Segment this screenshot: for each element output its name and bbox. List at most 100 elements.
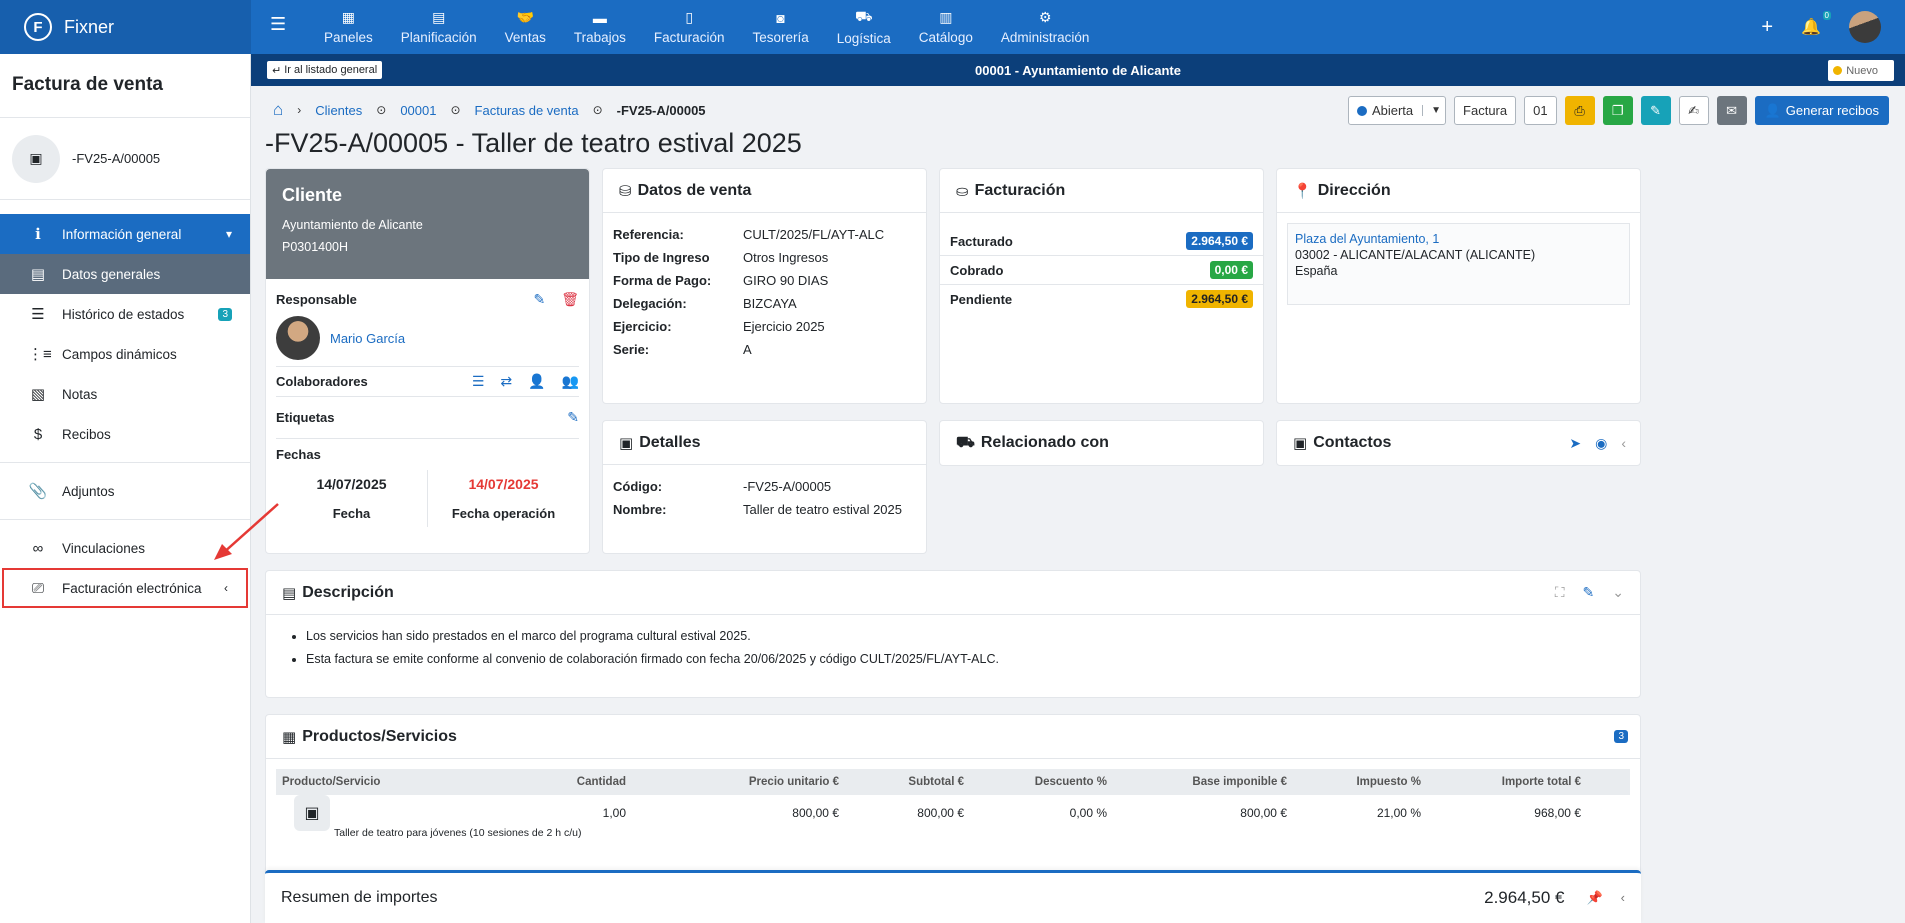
nav-planificacion[interactable]: ▤ Planificación [387, 0, 491, 54]
address-street[interactable]: Plaza del Ayuntamiento, 1 [1295, 231, 1622, 247]
user-avatar[interactable] [1849, 11, 1881, 43]
fecha-operacion-label: Fecha operación [451, 506, 556, 521]
card-title: Relacionado con [980, 434, 1109, 451]
copy-icon[interactable]: ❐ [1602, 96, 1633, 125]
trash-icon[interactable]: 🗑 [561, 291, 579, 308]
sidebar-item-datos-generales[interactable]: ▤ Datos generales [0, 254, 250, 294]
col-descuento[interactable]: Descuento % [964, 776, 1107, 788]
nav-tesoreria[interactable]: ◙ Tesorería [738, 0, 822, 54]
col-base[interactable]: Base imponible € [1107, 776, 1287, 788]
status-dropdown[interactable]: Nuevo [1828, 60, 1894, 81]
col-producto[interactable]: Producto/Servicio [276, 776, 536, 788]
bell-icon[interactable]: 🔔 0 [1801, 11, 1831, 37]
card-title: Productos/Servicios [302, 727, 457, 745]
pendiente-badge: 2.964,50 € [1186, 290, 1253, 308]
home-icon[interactable]: ⌂ [273, 100, 283, 120]
table-row[interactable]: ▣ 1,00 800,00 € 800,00 € 0,00 % 800,00 €… [276, 795, 1630, 831]
breadcrumb-code[interactable]: 00001 [400, 103, 436, 118]
col-cantidad[interactable]: Cantidad [536, 776, 626, 788]
nav-logistica[interactable]: ⛟ Logística [823, 0, 905, 54]
edit-icon[interactable]: ✎ [1583, 584, 1595, 601]
users-icon[interactable]: 👥 [562, 373, 579, 390]
responsable-name[interactable]: Mario García [330, 331, 405, 346]
card-header: ▤ Descripción ⛶ ✎ ⌄ [266, 571, 1640, 615]
status-dot [1833, 66, 1843, 75]
cell-descuento: 0,00 % [1069, 806, 1107, 820]
menu-toggle-icon[interactable]: ☰ [270, 14, 286, 35]
plus-icon[interactable]: + [1761, 16, 1773, 39]
client-body: Responsable ✎ 🗑 Mario García Colaboradore… [266, 279, 589, 539]
list-icon[interactable]: ☰ [472, 373, 485, 390]
dashboard-icon: ▦ [341, 9, 356, 25]
sidebar-item-recibos[interactable]: $ Recibos [0, 414, 250, 454]
nav-ventas[interactable]: 🤝 Ventas [491, 0, 560, 54]
series-button[interactable]: 01 [1524, 96, 1557, 125]
colaboradores-label: Colaboradores [276, 374, 368, 389]
email-icon[interactable]: ✉ [1716, 96, 1747, 125]
card-title: Facturación [974, 181, 1066, 199]
col-total[interactable]: Importe total € [1421, 776, 1581, 788]
send-icon[interactable]: ➤ [1569, 435, 1581, 452]
sidebar-item-campos-dinamicos[interactable]: ⋮≡ Campos dinámicos [0, 334, 250, 374]
breadcrumb-clientes[interactable]: Clientes [315, 103, 362, 118]
edit-icon[interactable]: ✎ [1640, 96, 1671, 125]
brand[interactable]: F Fixner [0, 0, 251, 54]
edit-icon[interactable]: ✎ [567, 409, 579, 426]
sidebar-item-notas[interactable]: ▧ Notas [0, 374, 250, 414]
pin-icon[interactable]: 📌 [1586, 890, 1602, 906]
invoice-type-button[interactable]: Factura [1454, 96, 1517, 125]
nav-trabajos[interactable]: ▬ Trabajos [560, 0, 640, 54]
edit-icon[interactable]: ✎ [533, 291, 545, 308]
breadcrumb-facturas[interactable]: Facturas de venta [475, 103, 579, 118]
id-card-icon: ▣ [12, 134, 60, 183]
resumen-total: 2.964,50 € [1484, 888, 1565, 907]
kv-key: Referencia: [613, 227, 684, 242]
info-icon: ℹ [35, 226, 41, 243]
chevron-left-icon[interactable]: ‹ [1621, 890, 1625, 906]
expand-icon[interactable]: ⛶ [1555, 584, 1565, 601]
relacionado-card[interactable]: ⛟ Relacionado con [939, 420, 1264, 466]
cash-register-icon: ⛁ [619, 182, 632, 200]
col-subtotal[interactable]: Subtotal € [839, 776, 964, 788]
responsable-row: Responsable ✎ 🗑 [276, 291, 579, 308]
handshake-icon: 🤝 [516, 9, 534, 25]
fecha-value: 14/07/2025 [316, 476, 387, 492]
swap-icon[interactable]: ⇄ [500, 373, 512, 390]
pendiente-row: Pendiente 2.964,50 € [940, 285, 1263, 313]
sidebar-item-facturacion-electronica[interactable]: ⎚ Facturación electrónica ‹ [2, 568, 248, 608]
sidebar-item-historico[interactable]: ☰ Histórico de estados 3 [0, 294, 250, 334]
chevron-circle-icon: ⊙ [592, 103, 603, 117]
chevron-down-icon[interactable]: ⌄ [1612, 584, 1624, 601]
link-icon: ∞ [32, 539, 44, 557]
nav-label: Facturación [653, 30, 725, 45]
col-impuesto[interactable]: Impuesto % [1287, 776, 1421, 788]
sidebar-doc-code: -FV25-A/00005 [72, 151, 161, 166]
eye-icon[interactable]: ◉ [1595, 435, 1607, 452]
invoice-status-dropdown[interactable]: Abierta ▼ [1347, 96, 1447, 125]
nav-catalogo[interactable]: ▥ Catálogo [905, 0, 987, 54]
nav-administracion[interactable]: ⚙ Administración [987, 0, 1104, 54]
signature-icon[interactable]: ✍ [1678, 96, 1709, 125]
print-icon[interactable]: ⎙ [1564, 96, 1595, 125]
chevron-circle-icon: ⊙ [450, 103, 461, 117]
resumen-importes-bar: Resumen de importes 2.964,50 € 📌 ‹ [265, 870, 1641, 923]
kv-value: Taller de teatro estival 2025 [743, 502, 902, 517]
chevron-left-icon: ‹ [224, 581, 228, 595]
nav-facturacion[interactable]: ▯ Facturación [640, 0, 739, 54]
chevron-down-icon: ▾ [225, 227, 232, 241]
product-cell: ▣ [276, 795, 536, 831]
sidebar-item-informacion-general[interactable]: ℹ Información general ▾ [0, 214, 250, 254]
nav-paneles[interactable]: ▦ Paneles [310, 0, 387, 54]
nav-label: Planificación [400, 30, 477, 45]
chevron-left-icon[interactable]: ‹ [1621, 435, 1626, 452]
client-name[interactable]: Ayuntamiento de Alicante [282, 218, 573, 232]
datos-venta-card: ⛁ Datos de venta Referencia: CULT/2025/FL/… [602, 168, 927, 404]
chevron-right-icon: › [297, 103, 302, 117]
user-plus-icon[interactable]: 👤 [528, 373, 545, 390]
generate-receipts-button[interactable]: 👤 Generar recibos [1754, 96, 1889, 125]
client-title: Cliente [282, 185, 343, 205]
fact-label: Facturado [950, 233, 1013, 249]
top-right-actions: + 🔔 0 [1761, 0, 1881, 54]
kv-key: Ejercicio: [613, 319, 672, 334]
col-precio[interactable]: Precio unitario € [626, 776, 839, 788]
